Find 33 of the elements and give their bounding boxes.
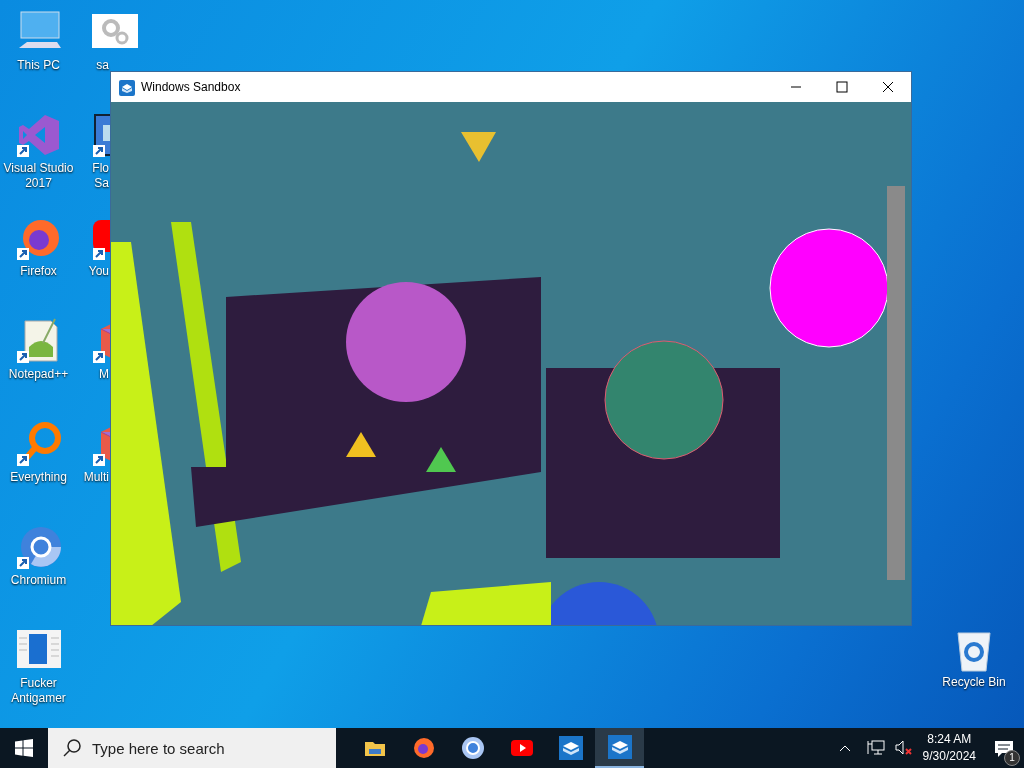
icon-label: Visual Studio 2017 bbox=[2, 161, 75, 191]
sandbox-icon bbox=[119, 79, 135, 96]
icon-label: Fucker Antigamer bbox=[10, 676, 67, 706]
printer-icon[interactable] bbox=[91, 111, 110, 159]
window-title: Windows Sandbox bbox=[141, 79, 241, 96]
sandbox-icon bbox=[607, 735, 632, 759]
firefox-icon bbox=[411, 736, 436, 760]
sandbox-icon bbox=[558, 736, 583, 760]
icon-label: sa bbox=[95, 58, 109, 73]
icon-label: Multi bbox=[82, 470, 109, 485]
search-icon bbox=[62, 738, 82, 758]
close-icon bbox=[882, 81, 894, 93]
notification-count: 1 bbox=[1004, 750, 1020, 766]
search-box[interactable]: Type here to search bbox=[48, 728, 336, 768]
network-icon[interactable] bbox=[866, 740, 885, 756]
clock[interactable]: 8:24 AM 9/30/2024 bbox=[922, 731, 976, 765]
icon-label: Everything bbox=[9, 470, 68, 485]
maximize-icon bbox=[836, 81, 848, 93]
icon-label: M bbox=[98, 367, 109, 382]
icon-label: This PC bbox=[16, 58, 61, 73]
search-field[interactable]: Type here to search bbox=[92, 728, 332, 768]
windows-logo-icon bbox=[15, 739, 33, 757]
magnifier-icon[interactable] bbox=[14, 420, 63, 468]
icon-label: Recycle Bin bbox=[941, 675, 1007, 690]
icon-label: Notepad++ bbox=[7, 367, 70, 382]
icon-label: Flo Sa bbox=[91, 161, 109, 191]
muted-speaker-icon[interactable] bbox=[894, 740, 913, 756]
chromium-icon bbox=[460, 736, 485, 760]
icon-label: Chromium bbox=[9, 573, 68, 588]
icon-label: Firefox bbox=[19, 264, 58, 279]
icon-label: You bbox=[87, 264, 109, 279]
chevron-icon bbox=[838, 744, 851, 752]
taskbar-button[interactable] bbox=[595, 728, 644, 768]
